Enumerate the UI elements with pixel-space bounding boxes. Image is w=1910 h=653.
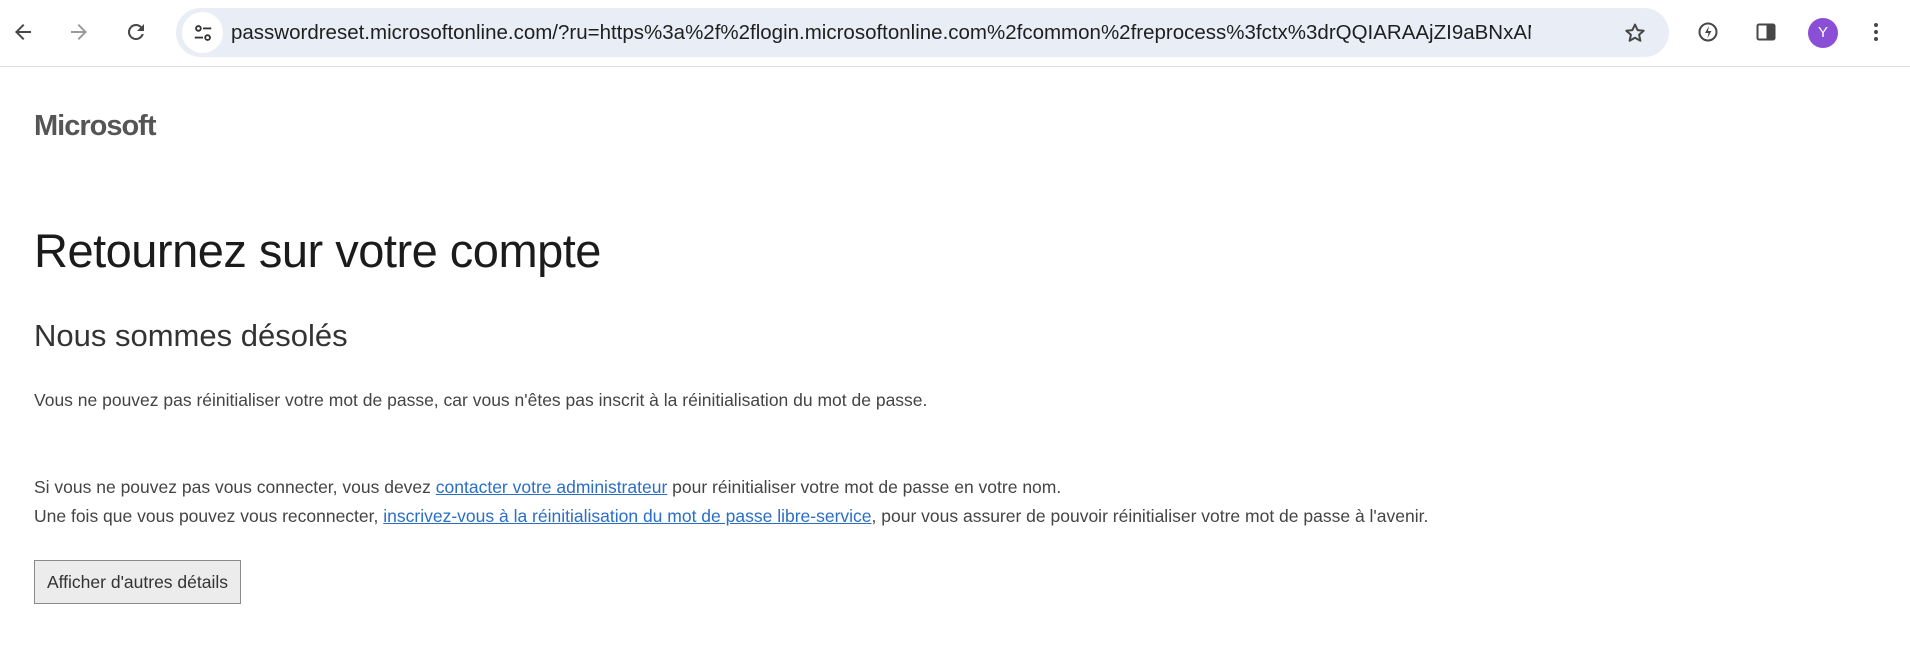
back-arrow-icon[interactable] [3, 12, 43, 52]
tune-icon[interactable] [182, 12, 223, 53]
show-more-details-button[interactable]: Afficher d'autres détails [34, 560, 241, 604]
forward-arrow-icon[interactable] [59, 12, 99, 52]
error-message: Vous ne pouvez pas réinitialiser votre m… [34, 390, 928, 410]
register-sspr-text-before: Une fois que vous pouvez vous reconnecte… [34, 506, 384, 526]
side-panel-icon[interactable] [1746, 12, 1786, 52]
kebab-menu-icon[interactable] [1856, 12, 1896, 52]
register-sspr-line: Une fois que vous pouvez vous reconnecte… [34, 506, 1428, 527]
address-bar[interactable]: passwordreset.microsoftonline.com/?ru=ht… [176, 8, 1669, 57]
contact-admin-link[interactable]: contacter votre administrateur [436, 477, 668, 497]
browser-toolbar: passwordreset.microsoftonline.com/?ru=ht… [0, 0, 1910, 67]
reload-icon[interactable] [116, 12, 156, 52]
error-subtitle: Nous sommes désolés [34, 318, 348, 353]
contact-admin-text-before: Si vous ne pouvez pas vous connecter, vo… [34, 477, 436, 497]
page-content: Microsoft Retournez sur votre compte Nou… [0, 68, 1910, 653]
contact-admin-line: Si vous ne pouvez pas vous connecter, vo… [34, 477, 1061, 498]
register-sspr-text-after: , pour vous assurer de pouvoir réinitial… [871, 506, 1429, 526]
contact-admin-text-after: pour réinitialiser votre mot de passe en… [667, 477, 1062, 497]
register-sspr-link[interactable]: inscrivez-vous à la réinitialisation du … [383, 506, 871, 526]
microsoft-logo: Microsoft [34, 110, 156, 142]
avatar[interactable]: Y [1808, 18, 1838, 48]
star-icon[interactable] [1614, 12, 1655, 53]
page-title: Retournez sur votre compte [34, 224, 601, 277]
performance-icon[interactable] [1688, 12, 1728, 52]
url-text[interactable]: passwordreset.microsoftonline.com/?ru=ht… [231, 8, 1531, 57]
